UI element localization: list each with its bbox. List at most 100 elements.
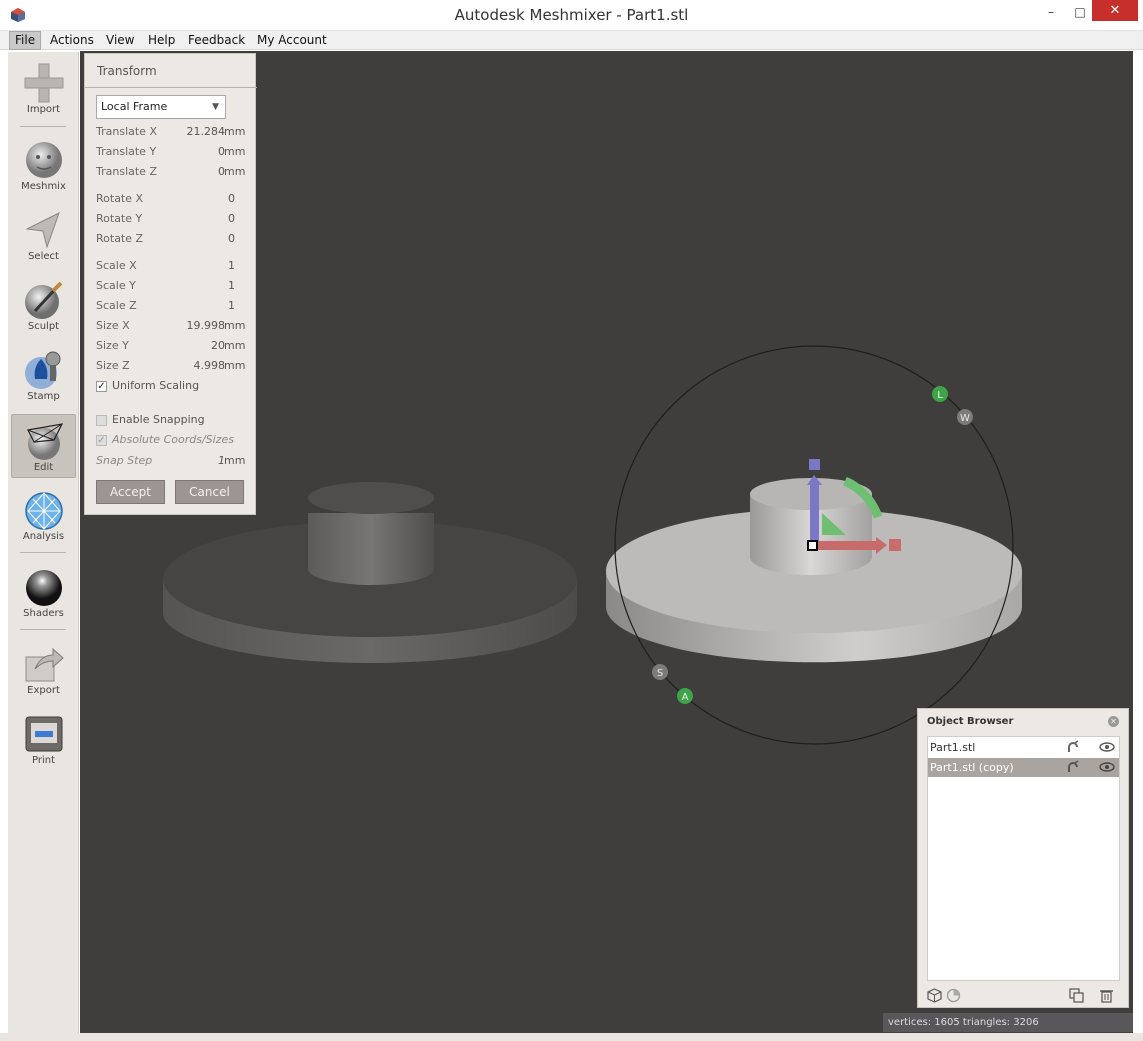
gizmo-s-label: S [657,668,663,679]
object-row-part1[interactable]: Part1.stl [928,738,1119,757]
scale-z-handle[interactable] [809,459,820,470]
close-icon[interactable]: ✕ [1108,716,1119,727]
scale-y-value[interactable]: 1 [228,279,235,292]
translate-z-unit: mm [224,165,246,178]
size-z-unit: mm [224,359,246,372]
translate-y-label: Translate Y [96,145,157,158]
size-z-label: Size Z [96,359,130,372]
menu-feedback[interactable]: Feedback [183,31,250,50]
rotate-x-row: Rotate X 0 [96,192,246,208]
translate-x-arrow[interactable] [817,541,877,550]
translate-z-arrow[interactable] [810,481,819,541]
analysis-tool[interactable]: Analysis [11,484,76,548]
rotate-y-label: Rotate Y [96,212,143,225]
snap-step-row: Snap Step 1 mm [96,454,246,470]
size-x-label: Size X [96,319,130,332]
gizmo-w-label: W [960,413,970,424]
print-label: Print [31,755,55,766]
menu-view[interactable]: View [101,31,139,50]
cancel-button[interactable]: Cancel [175,480,244,504]
select-tool[interactable]: Select [11,204,76,268]
main-toolbar: Import Meshmix Select Sculpt Stamp Edit … [8,52,79,1033]
snap-step-unit: mm [224,454,246,467]
print-tool[interactable]: Print [11,708,76,772]
accept-button[interactable]: Accept [96,480,165,504]
snap-step-label: Snap Step [96,454,153,467]
trash-icon[interactable] [1099,988,1114,1003]
menu-file[interactable]: File [9,31,42,50]
menu-my-account[interactable]: My Account [252,31,332,50]
scale-x-value[interactable]: 1 [228,259,235,272]
meshmix-tool[interactable]: Meshmix [11,134,76,198]
rotate-x-value[interactable]: 0 [228,192,235,205]
eye-icon[interactable] [1099,740,1115,754]
toolbar-divider [20,126,66,127]
frame-dropdown[interactable]: Local Frame ▼ [96,95,226,119]
edit-tool[interactable]: Edit [11,414,76,478]
scale-x-label: Scale X [96,259,137,272]
size-x-row: Size X 19.998 mm [96,319,246,335]
rotate-y-value[interactable]: 0 [228,212,235,225]
size-y-value[interactable]: 20 [211,339,225,352]
toolbar-divider [20,629,66,630]
pivot-handle[interactable] [807,540,818,551]
menu-actions[interactable]: Actions [45,31,99,50]
size-x-unit: mm [224,319,246,332]
gizmo-a-label: A [682,692,689,703]
object-row-part1-copy[interactable]: Part1.stl (copy) [928,758,1119,777]
analysis-mesh-icon [25,492,63,530]
size-x-value[interactable]: 19.998 [187,319,226,332]
size-y-unit: mm [224,339,246,352]
stamp-icon [25,351,61,389]
translate-z-row: Translate Z 0 mm [96,165,246,181]
rotate-z-label: Rotate Z [96,232,144,245]
scale-z-row: Scale Z 1 [96,299,246,315]
sculpt-tool[interactable]: Sculpt [11,274,76,338]
chevron-down-icon: ▼ [212,102,219,112]
check-icon: ✓ [96,435,107,446]
translate-x-label: Translate X [96,125,157,138]
plus-icon [24,63,64,103]
close-button[interactable]: ✕ [1092,0,1138,21]
shaders-tool[interactable]: Shaders [11,561,76,625]
pie-icon[interactable] [946,988,961,1003]
magnet-icon[interactable] [1066,760,1080,774]
scale-z-value[interactable]: 1 [228,299,235,312]
cube-icon[interactable] [927,988,942,1003]
magnet-icon[interactable] [1066,740,1080,754]
duplicate-icon[interactable] [1069,988,1084,1003]
window-bottom-edge [0,1033,1143,1041]
eye-icon[interactable] [1099,760,1115,774]
stamp-tool[interactable]: Stamp [11,344,76,408]
panel-divider [85,87,257,88]
printer-icon [25,716,63,752]
menu-help[interactable]: Help [143,31,180,50]
translate-x-value[interactable]: 21.284 [187,125,226,138]
gizmo-l-label: L [937,390,943,401]
stamp-label: Stamp [27,391,60,402]
panel-title: Transform [97,64,157,78]
rotate-z-value[interactable]: 0 [228,232,235,245]
translate-x-unit: mm [224,125,246,138]
import-label: Import [26,104,61,115]
scale-x-handle[interactable] [889,539,901,551]
export-tool[interactable]: Export [11,638,76,702]
absolute-coords-label: Absolute Coords/Sizes [112,433,234,446]
import-tool[interactable]: Import [11,57,76,121]
enable-snapping-label: Enable Snapping [112,413,205,426]
object-name: Part1.stl (copy) [930,761,1014,774]
face-bust-icon [26,142,62,178]
scale-x-row: Scale X 1 [96,259,246,275]
uniform-scaling-label: Uniform Scaling [112,379,200,392]
rotate-x-label: Rotate X [96,192,144,205]
toolbar-divider [20,552,66,553]
meshmix-label: Meshmix [21,181,66,192]
shader-sphere-icon [26,570,62,606]
object-list: Part1.stl Part1.stl (copy) [927,736,1120,981]
select-arrow-icon [25,211,60,249]
object-name: Part1.stl [930,741,976,754]
analysis-label: Analysis [22,531,65,542]
rotate-z-row: Rotate Z 0 [96,232,246,248]
size-z-value[interactable]: 4.998 [194,359,226,372]
translate-y-unit: mm [224,145,246,158]
